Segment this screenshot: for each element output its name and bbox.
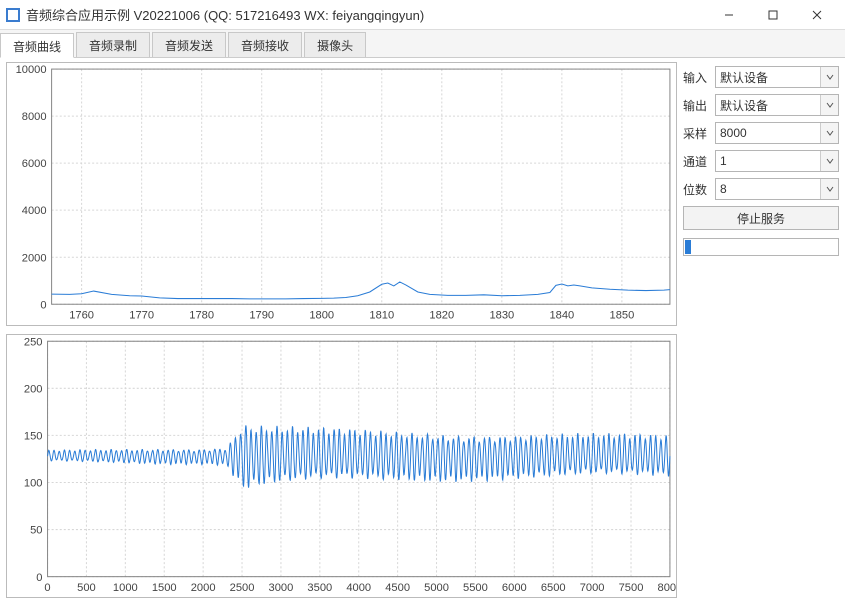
svg-text:1000: 1000 <box>113 582 138 594</box>
field-output: 输出 默认设备 <box>683 94 839 116</box>
svg-text:4000: 4000 <box>346 582 371 594</box>
close-button[interactable] <box>795 1 839 29</box>
svg-text:2000: 2000 <box>191 582 216 594</box>
sample-combo[interactable]: 8000 <box>715 122 839 144</box>
svg-text:1810: 1810 <box>369 309 394 321</box>
tab-audio-record[interactable]: 音频录制 <box>76 32 150 57</box>
svg-text:6500: 6500 <box>541 582 566 594</box>
stop-service-button-label: 停止服务 <box>737 210 785 227</box>
svg-text:1840: 1840 <box>549 309 574 321</box>
tab-audio-recv[interactable]: 音频接收 <box>228 32 302 57</box>
input-combo[interactable]: 默认设备 <box>715 66 839 88</box>
chevron-down-icon <box>820 123 838 143</box>
svg-text:8000: 8000 <box>658 582 676 594</box>
svg-text:7500: 7500 <box>619 582 644 594</box>
svg-text:2500: 2500 <box>230 582 255 594</box>
svg-text:1820: 1820 <box>429 309 454 321</box>
svg-text:2000: 2000 <box>22 252 47 264</box>
client-area: 0200040006000800010000176017701780179018… <box>0 58 845 610</box>
svg-text:6000: 6000 <box>22 158 47 170</box>
output-label: 输出 <box>683 97 715 114</box>
svg-text:100: 100 <box>24 477 43 489</box>
stop-service-button[interactable]: 停止服务 <box>683 206 839 230</box>
chevron-down-icon <box>820 95 838 115</box>
maximize-button[interactable] <box>751 1 795 29</box>
tab-audio-curve[interactable]: 音频曲线 <box>0 33 74 58</box>
svg-text:7000: 7000 <box>580 582 605 594</box>
svg-text:50: 50 <box>30 524 42 536</box>
input-combo-value: 默认设备 <box>716 69 820 86</box>
channel-combo[interactable]: 1 <box>715 150 839 172</box>
svg-text:5000: 5000 <box>424 582 449 594</box>
side-panel: 输入 默认设备 输出 默认设备 采样 8000 <box>677 58 845 610</box>
svg-text:0: 0 <box>40 299 46 311</box>
output-combo[interactable]: 默认设备 <box>715 94 839 116</box>
bottom-chart-svg: 0501001502002500500100015002000250030003… <box>7 335 676 597</box>
svg-text:1770: 1770 <box>129 309 154 321</box>
field-input: 输入 默认设备 <box>683 66 839 88</box>
chevron-down-icon <box>820 67 838 87</box>
svg-text:3500: 3500 <box>307 582 332 594</box>
plots-area: 0200040006000800010000176017701780179018… <box>0 58 677 610</box>
progress-fill <box>685 240 691 254</box>
svg-text:150: 150 <box>24 430 43 442</box>
sample-label: 采样 <box>683 125 715 142</box>
field-sample: 采样 8000 <box>683 122 839 144</box>
svg-text:0: 0 <box>36 571 42 583</box>
svg-text:5500: 5500 <box>463 582 488 594</box>
tab-audio-send[interactable]: 音频发送 <box>152 32 226 57</box>
svg-text:1800: 1800 <box>309 309 334 321</box>
titlebar: 音频综合应用示例 V20221006 (QQ: 517216493 WX: fe… <box>0 0 845 30</box>
minimize-button[interactable] <box>707 1 751 29</box>
bits-combo[interactable]: 8 <box>715 178 839 200</box>
svg-text:250: 250 <box>24 336 43 348</box>
svg-text:1500: 1500 <box>152 582 177 594</box>
svg-text:8000: 8000 <box>22 111 47 123</box>
bits-combo-value: 8 <box>716 182 820 196</box>
chevron-down-icon <box>820 151 838 171</box>
svg-text:10000: 10000 <box>16 64 47 76</box>
svg-text:1760: 1760 <box>69 309 94 321</box>
channel-label: 通道 <box>683 153 715 170</box>
top-chart-svg: 0 2000 4000 6000 8000 10000 1760 1770 1780 1790 18… <box>7 63 676 325</box>
window-controls <box>707 1 839 29</box>
svg-text:4500: 4500 <box>385 582 410 594</box>
svg-text:0: 0 <box>44 582 50 594</box>
svg-text:200: 200 <box>24 383 43 395</box>
svg-text:4000: 4000 <box>22 205 47 217</box>
chevron-down-icon <box>820 179 838 199</box>
window-title: 音频综合应用示例 V20221006 (QQ: 517216493 WX: fe… <box>26 5 707 24</box>
svg-text:1830: 1830 <box>489 309 514 321</box>
svg-text:3000: 3000 <box>269 582 294 594</box>
input-label: 输入 <box>683 69 715 86</box>
sample-combo-value: 8000 <box>716 126 820 140</box>
app-icon <box>6 8 20 22</box>
svg-text:1780: 1780 <box>189 309 214 321</box>
field-channel: 通道 1 <box>683 150 839 172</box>
channel-combo-value: 1 <box>716 154 820 168</box>
tabbar: 音频曲线 音频录制 音频发送 音频接收 摄像头 <box>0 30 845 58</box>
field-bits: 位数 8 <box>683 178 839 200</box>
svg-text:6000: 6000 <box>502 582 527 594</box>
svg-text:1850: 1850 <box>610 309 635 321</box>
top-chart[interactable]: 0 2000 4000 6000 8000 10000 1760 1770 1780 1790 18… <box>6 62 677 326</box>
svg-text:500: 500 <box>77 582 96 594</box>
progress-bar <box>683 238 839 256</box>
output-combo-value: 默认设备 <box>716 97 820 114</box>
svg-text:1790: 1790 <box>249 309 274 321</box>
bottom-chart[interactable]: 0501001502002500500100015002000250030003… <box>6 334 677 598</box>
bits-label: 位数 <box>683 181 715 198</box>
tab-camera[interactable]: 摄像头 <box>304 32 366 57</box>
